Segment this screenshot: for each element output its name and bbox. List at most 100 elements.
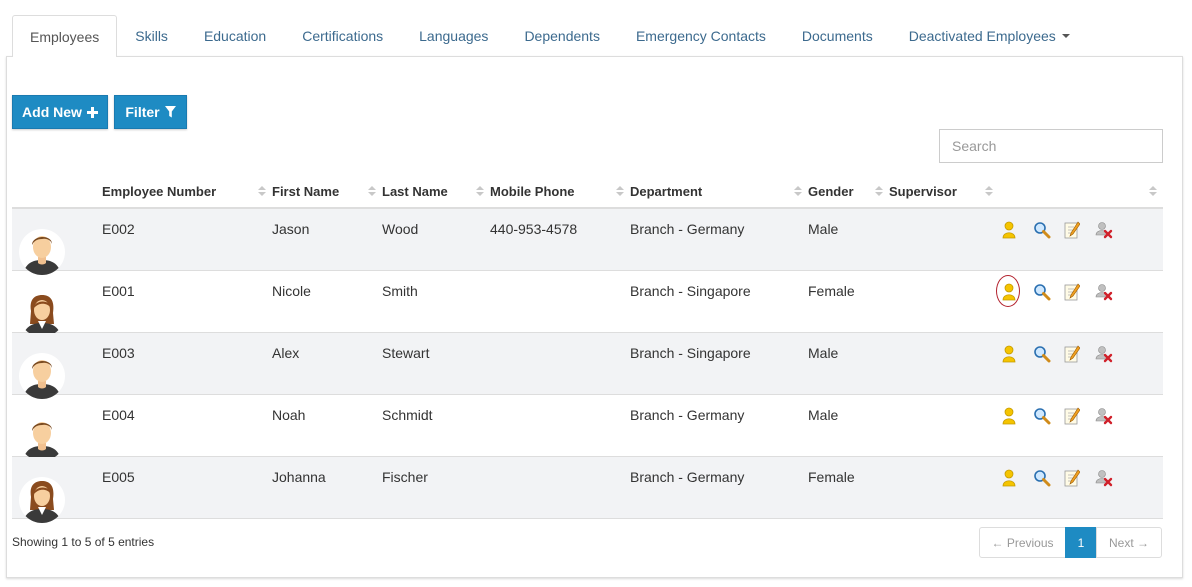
filter-button[interactable]: Filter [114, 95, 187, 129]
department-cell: Branch - Singapore [630, 345, 751, 361]
filter-icon [164, 106, 176, 118]
add-new-button[interactable]: Add New [12, 95, 108, 129]
employee-number-cell: E003 [102, 345, 135, 361]
user-icon[interactable] [996, 275, 1020, 307]
tab-employees[interactable]: Employees [12, 15, 118, 57]
header-gender[interactable]: Gender [808, 174, 889, 209]
supervisor-cell [889, 395, 999, 457]
supervisor-cell [889, 209, 999, 271]
remove-user-icon[interactable] [1095, 345, 1113, 363]
table-header: Employee Number First Name Last Name Mob… [12, 174, 1163, 209]
sort-icon [875, 186, 883, 198]
first-name-cell: Johanna [272, 469, 326, 485]
gender-cell: Male [808, 221, 839, 237]
edit-icon[interactable] [1064, 221, 1082, 239]
edit-icon[interactable] [1064, 407, 1082, 425]
header-label: Gender [808, 184, 854, 199]
sort-icon [368, 186, 376, 198]
department-cell: Branch - Singapore [630, 283, 751, 299]
tab-label: Employees [30, 28, 100, 45]
tab-education[interactable]: Education [186, 15, 284, 56]
user-icon[interactable] [1002, 345, 1020, 363]
mobile-phone-cell [490, 395, 630, 457]
next-page-button[interactable]: Next → [1096, 527, 1162, 558]
user-icon[interactable] [1002, 221, 1020, 239]
header-label: Department [630, 184, 703, 199]
remove-user-icon[interactable] [1095, 283, 1113, 301]
user-icon[interactable] [1002, 469, 1020, 487]
avatar-cell [12, 209, 102, 275]
gender-cell: Male [808, 345, 839, 361]
tab-documents[interactable]: Documents [784, 15, 891, 56]
mobile-phone-cell [490, 457, 630, 519]
previous-page-button[interactable]: ← Previous [979, 527, 1066, 558]
first-name-cell: Noah [272, 407, 306, 423]
sort-icon [794, 186, 802, 198]
user-icon[interactable] [1002, 407, 1020, 425]
sort-icon [985, 186, 993, 198]
caret-down-icon [1061, 34, 1070, 38]
gender-cell: Female [808, 283, 855, 299]
actions-cell [999, 395, 1163, 457]
plus-icon [86, 106, 98, 118]
first-name-cell: Alex [272, 345, 300, 361]
table-row: E005 Johanna Fischer Branch - Germany Fe… [12, 457, 1163, 523]
avatar-cell [12, 457, 102, 523]
search-input[interactable] [939, 129, 1163, 163]
edit-icon[interactable] [1064, 283, 1082, 301]
header-first-name[interactable]: First Name [272, 174, 382, 209]
header-mobile-phone[interactable]: Mobile Phone [490, 174, 630, 209]
tab-languages[interactable]: Languages [401, 15, 506, 56]
table-info: Showing 1 to 5 of 5 entries [12, 535, 155, 549]
search-icon[interactable] [1033, 469, 1051, 487]
gender-cell: Male [808, 407, 839, 423]
tab-emergency-contacts[interactable]: Emergency Contacts [618, 15, 784, 56]
header-label: Supervisor [889, 184, 957, 199]
employee-number-cell: E004 [102, 407, 135, 423]
actions-cell [996, 271, 1163, 333]
avatar-cell [12, 333, 102, 399]
first-name-cell: Jason [272, 221, 310, 237]
tab-bar: Employees Skills Education Certification… [12, 15, 1088, 57]
remove-user-icon[interactable] [1095, 469, 1113, 487]
tab-label: Documents [801, 28, 873, 44]
header-label: Mobile Phone [490, 184, 575, 199]
header-supervisor[interactable]: Supervisor [889, 174, 999, 209]
remove-user-icon[interactable] [1095, 221, 1113, 239]
page-1-button[interactable]: 1 [1065, 527, 1097, 558]
table-row: E001 Nicole Smith Branch - Singapore Fem… [12, 271, 1163, 337]
mobile-phone-cell: 440-953-4578 [490, 221, 578, 237]
edit-icon[interactable] [1064, 469, 1082, 487]
employee-number-cell: E001 [102, 283, 135, 299]
search-icon[interactable] [1033, 345, 1051, 363]
tab-dependents[interactable]: Dependents [506, 15, 618, 56]
tab-label: Education [203, 28, 267, 44]
table-row: E004 Noah Schmidt Branch - Germany Male [12, 395, 1163, 461]
search-icon[interactable] [1033, 407, 1051, 425]
header-employee-number[interactable]: Employee Number [102, 174, 272, 209]
remove-user-icon[interactable] [1095, 407, 1113, 425]
edit-icon[interactable] [1064, 345, 1082, 363]
header-actions[interactable] [999, 174, 1163, 209]
sort-icon [258, 186, 266, 198]
mobile-phone-cell [490, 271, 630, 333]
tab-label: Skills [135, 28, 168, 44]
tab-deactivated-employees[interactable]: Deactivated Employees [891, 15, 1088, 56]
avatar-cell [12, 395, 102, 461]
header-avatar [12, 174, 102, 209]
employee-number-cell: E005 [102, 469, 135, 485]
search-icon[interactable] [1033, 283, 1051, 301]
tab-skills[interactable]: Skills [117, 15, 186, 56]
tab-label: Dependents [524, 28, 600, 44]
sort-icon [1149, 186, 1157, 198]
header-last-name[interactable]: Last Name [382, 174, 490, 209]
supervisor-cell [889, 333, 999, 395]
avatar [19, 477, 65, 523]
last-name-cell: Stewart [382, 345, 430, 361]
first-name-cell: Nicole [272, 283, 311, 299]
tab-certifications[interactable]: Certifications [284, 15, 401, 56]
tab-label: Certifications [302, 28, 384, 44]
search-icon[interactable] [1033, 221, 1051, 239]
header-department[interactable]: Department [630, 174, 808, 209]
last-name-cell: Fischer [382, 469, 428, 485]
